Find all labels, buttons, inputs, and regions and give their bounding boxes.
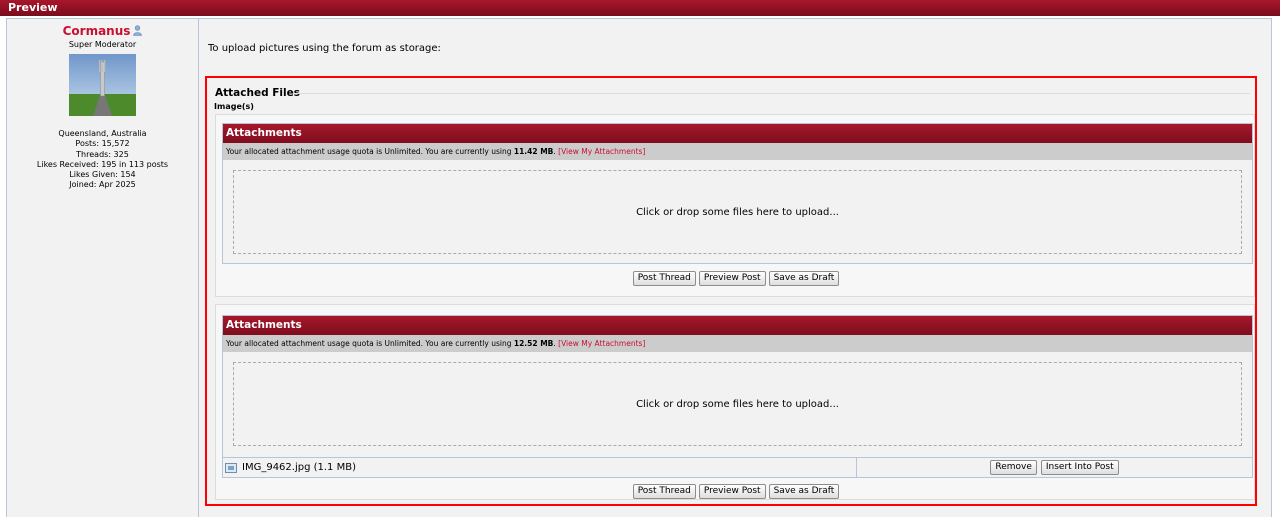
highlight-box: Attached Files Image(s) Attachments Your… (205, 76, 1257, 506)
upload-dropzone[interactable]: Click or drop some files here to upload.… (233, 362, 1242, 446)
file-name-cell: IMG_9462.jpg (1.1 MB) (223, 458, 857, 477)
file-name: IMG_9462.jpg (1.1 MB) (242, 462, 356, 473)
save-draft-button[interactable]: Save as Draft (768, 484, 840, 499)
insert-into-post-button[interactable]: Insert Into Post (1040, 460, 1119, 475)
form-buttons: Post Thread Preview Post Save as Draft (216, 484, 1256, 499)
file-actions: Remove Insert Into Post (857, 458, 1252, 477)
post-thread-button[interactable]: Post Thread (632, 484, 696, 499)
attached-file-row: IMG_9462.jpg (1.1 MB) Remove Insert Into… (223, 457, 1252, 477)
post-thread-button[interactable]: Post Thread (632, 271, 696, 286)
fieldset-legend: Attached Files (215, 87, 300, 99)
user-joined: Joined: Apr 2025 (69, 180, 136, 190)
view-attachments-link[interactable]: [View My Attachments] (558, 339, 645, 348)
attachments-header: Attachments (223, 316, 1252, 335)
save-draft-button[interactable]: Save as Draft (768, 271, 840, 286)
fieldset-subtitle: Image(s) (214, 102, 254, 111)
fieldset-divider (295, 93, 1250, 94)
quota-line: Your allocated attachment usage quota is… (223, 335, 1252, 352)
attachments-panel-1: Attachments Your allocated attachment us… (215, 114, 1255, 297)
quota-text: Your allocated attachment usage quota is… (226, 339, 512, 348)
user-avatar[interactable] (69, 54, 136, 116)
attachments-box-1: Attachments Your allocated attachment us… (222, 123, 1253, 264)
attachments-header: Attachments (223, 124, 1252, 143)
quota-suffix: . (553, 339, 556, 348)
preview-post-button[interactable]: Preview Post (698, 271, 766, 286)
preview-post-button[interactable]: Preview Post (698, 484, 766, 499)
upload-dropzone[interactable]: Click or drop some files here to upload.… (233, 170, 1242, 254)
user-info: Queensland, Australia Posts: 15,572 Thre… (7, 129, 198, 191)
user-sidebar: Cormanus Super Moderator Queensland, Aus (7, 19, 199, 517)
image-file-icon (225, 462, 237, 473)
quota-amount: 11.42 MB (513, 147, 554, 156)
attachments-panel-2: Attachments Your allocated attachment us… (215, 304, 1255, 500)
user-title: Super Moderator (68, 40, 137, 49)
user-threads: Threads: 325 (76, 149, 129, 159)
user-status-icon (133, 25, 143, 36)
username-row: Cormanus (7, 24, 198, 38)
preview-header: Preview (0, 0, 1280, 16)
user-posts: Posts: 15,572 (75, 139, 130, 149)
username-link[interactable]: Cormanus (63, 24, 131, 38)
user-likes-received: Likes Received: 195 in 113 posts (36, 159, 169, 169)
view-attachments-link[interactable]: [View My Attachments] (558, 147, 645, 156)
attachments-box-2: Attachments Your allocated attachment us… (222, 315, 1253, 478)
quota-amount: 12.52 MB (513, 339, 554, 348)
quota-suffix: . (553, 147, 556, 156)
quota-line: Your allocated attachment usage quota is… (223, 143, 1252, 160)
form-buttons: Post Thread Preview Post Save as Draft (216, 271, 1256, 286)
quota-text: Your allocated attachment usage quota is… (226, 147, 512, 156)
post-intro-text: To upload pictures using the forum as st… (208, 43, 441, 54)
post-content: To upload pictures using the forum as st… (200, 19, 1271, 517)
user-likes-given: Likes Given: 154 (69, 170, 136, 180)
post-container: Cormanus Super Moderator Queensland, Aus (6, 18, 1272, 517)
remove-file-button[interactable]: Remove (990, 460, 1037, 475)
user-location: Queensland, Australia (58, 129, 147, 138)
